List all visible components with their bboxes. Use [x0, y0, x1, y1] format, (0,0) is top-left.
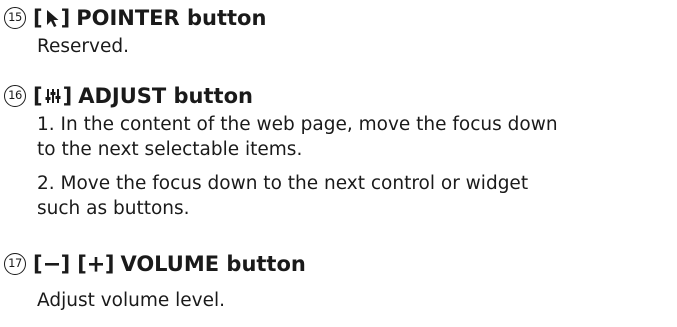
description-text: Adjust volume level. [37, 290, 225, 311]
button-name-label: ADJUST button [78, 84, 253, 108]
description-line: to the next selectable items. [37, 139, 303, 160]
plus-icon [88, 254, 104, 274]
button-name-label: VOLUME button [120, 252, 306, 276]
adjust-sliders-icon [44, 86, 62, 106]
manual-entry-pointer: 15 [ ] POINTER button Reserved. [0, 2, 677, 57]
entry-heading: 17 [ ] [ ] VOLUME button [0, 248, 677, 280]
item-number-badge: 16 [4, 85, 26, 107]
manual-entry-volume: 17 [ ] [ ] VOLUME button Adjust volume l… [0, 248, 677, 311]
description-line: 1. In the content of the web page, move … [37, 114, 558, 135]
item-number-badge: 15 [4, 7, 26, 29]
entry-heading: 16 [ ] ADJUST button [0, 80, 677, 112]
description-text: Reserved. [37, 36, 129, 57]
button-name-label: POINTER button [76, 6, 267, 30]
description-line: 2. Move the focus down to the next contr… [37, 173, 529, 194]
pointer-arrow-icon [44, 8, 60, 28]
entry-heading: 15 [ ] POINTER button [0, 2, 677, 34]
manual-entry-adjust: 16 [ ] ADJUST button 1. In the content o… [0, 80, 677, 219]
item-number-badge: 17 [4, 253, 26, 275]
minus-icon [44, 254, 60, 274]
description-line: such as buttons. [37, 198, 190, 219]
